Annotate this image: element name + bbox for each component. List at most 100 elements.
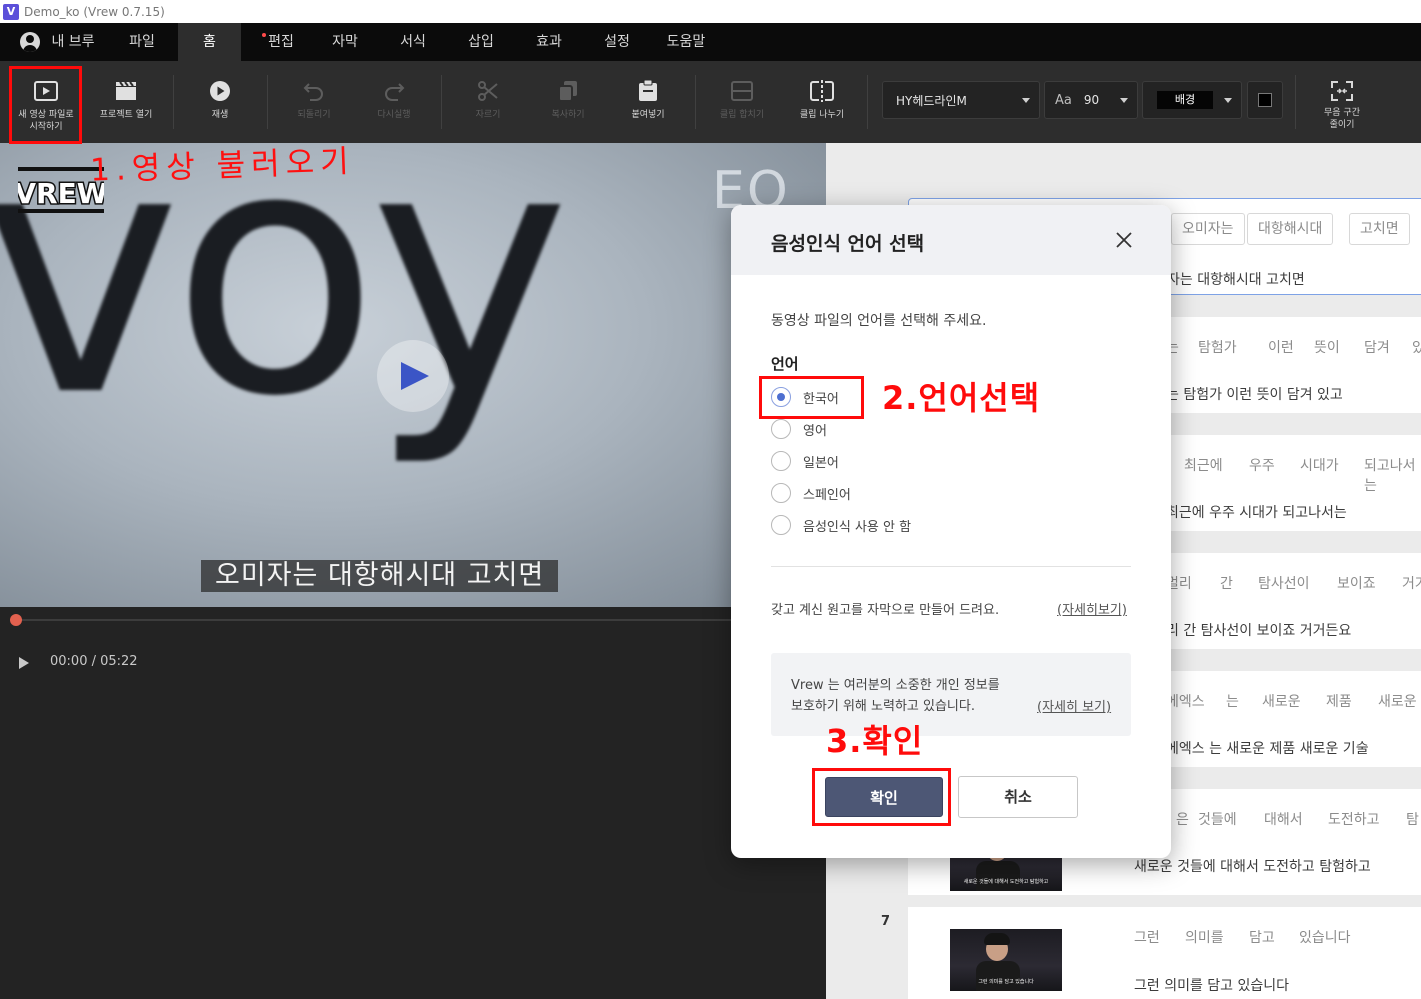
language-option-japanese[interactable]: 일본어 bbox=[771, 451, 839, 471]
vrew-window: { "window": { "title": "Demo_ko (Vrew 0.… bbox=[0, 0, 1421, 999]
user-icon[interactable] bbox=[20, 32, 40, 52]
word[interactable]: 것들에 bbox=[1198, 809, 1237, 829]
dialog-description: 동영상 파일의 언어를 선택해 주세요. bbox=[771, 313, 987, 329]
word[interactable]: 도전하고 bbox=[1328, 809, 1380, 829]
word[interactable]: 담고 bbox=[1249, 927, 1275, 947]
word-chip[interactable]: 대항해시대 bbox=[1247, 213, 1334, 245]
dialog-header: 음성인식 언어 선택 bbox=[731, 205, 1171, 275]
language-option-none[interactable]: 음성인식 사용 안 함 bbox=[771, 515, 911, 535]
word[interactable]: 에엑스 bbox=[1166, 691, 1205, 711]
open-project-button[interactable]: 프로젝트 열기 bbox=[92, 61, 160, 143]
word[interactable]: 탐 bbox=[1406, 809, 1419, 829]
word[interactable]: 탐사선이 bbox=[1258, 573, 1310, 593]
video-play-button[interactable] bbox=[377, 340, 449, 412]
word[interactable]: 탐험가 bbox=[1198, 337, 1237, 357]
font-size-icon: Aa bbox=[1055, 92, 1072, 108]
annotation-box-korean bbox=[759, 376, 864, 419]
menu-insert[interactable]: 삽입 bbox=[456, 23, 506, 61]
privacy-details-link[interactable]: (자세히 보기) bbox=[1037, 696, 1111, 715]
annotation-step1: 1.영상 불러오기 bbox=[89, 143, 356, 189]
word[interactable]: 있습니다 bbox=[1299, 927, 1351, 947]
word[interactable]: 있 bbox=[1412, 337, 1421, 357]
word-chip[interactable]: 오미자는 bbox=[1171, 213, 1245, 245]
word[interactable]: 되고나서는 bbox=[1364, 455, 1421, 495]
word-chip[interactable]: 고치면 bbox=[1349, 213, 1410, 245]
word[interactable]: 간 bbox=[1220, 573, 1233, 593]
word[interactable]: 새로운 bbox=[1262, 691, 1301, 711]
transcript-card[interactable]: 그런 의미를 담고 있습니다 그런 의미를 담고 있습니다 그런 의미를 담고 … bbox=[908, 907, 1421, 999]
title-bar: V Demo_ko (Vrew 0.7.15) bbox=[0, 0, 1421, 23]
cut-button[interactable]: 자르기 bbox=[458, 61, 518, 143]
menu-subtitle[interactable]: 자막 bbox=[320, 23, 370, 61]
paste-button[interactable]: 붙여넣기 bbox=[618, 61, 678, 143]
play-button[interactable]: 재생 bbox=[190, 61, 250, 143]
progress-track[interactable] bbox=[16, 619, 826, 621]
word[interactable]: 최근에 bbox=[1184, 455, 1223, 475]
word[interactable]: 보이죠 bbox=[1337, 573, 1376, 593]
font-size-select[interactable]: Aa 90 bbox=[1044, 81, 1138, 119]
undo-button[interactable]: 되돌리기 bbox=[284, 61, 344, 143]
menu-edit[interactable]: 편집 bbox=[256, 23, 306, 61]
language-option-label[interactable]: 일본어 bbox=[803, 452, 839, 471]
language-option-label[interactable]: 영어 bbox=[803, 420, 827, 439]
copy-button[interactable]: 복사하기 bbox=[538, 61, 598, 143]
radio-icon[interactable] bbox=[771, 419, 791, 439]
word[interactable]: 시대가 bbox=[1300, 455, 1339, 475]
word[interactable]: 은 bbox=[1176, 809, 1189, 829]
language-option-label[interactable]: 스페인어 bbox=[803, 484, 851, 503]
open-project-label: 프로젝트 열기 bbox=[99, 110, 153, 120]
radio-icon[interactable] bbox=[771, 483, 791, 503]
menu-settings[interactable]: 설정 bbox=[592, 23, 642, 61]
language-option-english[interactable]: 영어 bbox=[771, 419, 827, 439]
font-size-value: 90 bbox=[1083, 93, 1100, 107]
divider bbox=[771, 566, 1131, 567]
background-select[interactable]: 배경 bbox=[1142, 81, 1242, 119]
split-clip-button[interactable]: 클립 나누기 bbox=[792, 61, 852, 143]
redo-icon bbox=[383, 79, 405, 103]
menu-my-vrew[interactable]: 내 브루 bbox=[48, 23, 98, 61]
sentence-text[interactable]: 새로운 것들에 대해서 도전하고 탐험하고 bbox=[1134, 856, 1371, 876]
close-icon[interactable] bbox=[1115, 231, 1133, 249]
radio-icon[interactable] bbox=[771, 451, 791, 471]
thumbnail-caption: 그런 의미를 담고 있습니다 bbox=[978, 979, 1034, 985]
menu-file[interactable]: 파일 bbox=[117, 23, 167, 61]
word[interactable]: 담겨 bbox=[1364, 337, 1390, 357]
clip-thumbnail[interactable]: 그런 의미를 담고 있습니다 bbox=[950, 929, 1062, 991]
text-color-button[interactable] bbox=[1247, 81, 1283, 119]
language-option-label[interactable]: 음성인식 사용 안 함 bbox=[803, 516, 911, 535]
word[interactable]: 이런 bbox=[1268, 337, 1294, 357]
play-icon[interactable] bbox=[18, 656, 30, 670]
word[interactable]: 제품 bbox=[1326, 691, 1352, 711]
progress-handle[interactable] bbox=[10, 614, 22, 626]
redo-button[interactable]: 다시실행 bbox=[364, 61, 424, 143]
sentence-text[interactable]: 에엑스 는 새로운 제품 새로운 기술 bbox=[1166, 738, 1369, 758]
word[interactable]: 거거 bbox=[1402, 573, 1421, 593]
language-option-spanish[interactable]: 스페인어 bbox=[771, 483, 851, 503]
video-preview[interactable]: voy EO VREW 오미자는 대항해시대 고치면 bbox=[0, 143, 826, 607]
word[interactable]: 는 bbox=[1226, 691, 1239, 711]
word[interactable]: 뜻이 bbox=[1314, 337, 1340, 357]
menu-help[interactable]: 도움말 bbox=[660, 23, 712, 61]
word[interactable]: 대해서 bbox=[1264, 809, 1303, 829]
sentence-text[interactable]: 그런 의미를 담고 있습니다 bbox=[1134, 975, 1289, 995]
sentence-text[interactable]: 자는 대항해시대 고치면 bbox=[1167, 269, 1305, 289]
privacy-line-1: Vrew 는 여러분의 소중한 개인 정보를 bbox=[791, 678, 1000, 693]
word[interactable]: 그런 bbox=[1134, 927, 1160, 947]
font-select[interactable]: HY헤드라인M bbox=[882, 81, 1040, 119]
menu-format[interactable]: 서식 bbox=[388, 23, 438, 61]
sentence-text[interactable]: 리 간 탐사선이 보이죠 거거든요 bbox=[1166, 620, 1351, 640]
merge-clip-button[interactable]: 클립 합치기 bbox=[712, 61, 772, 143]
sentence-text[interactable]: 최근에 우주 시대가 되고나서는 bbox=[1166, 502, 1347, 522]
menu-effects[interactable]: 효과 bbox=[524, 23, 574, 61]
row-number: 7 bbox=[881, 914, 891, 929]
reduce-silence-label: 무음 구간 줄이기 bbox=[1324, 108, 1360, 130]
script-details-link[interactable]: (자세히보기) bbox=[1057, 599, 1127, 618]
word[interactable]: 우주 bbox=[1249, 455, 1275, 475]
radio-icon[interactable] bbox=[771, 515, 791, 535]
cancel-button[interactable]: 취소 bbox=[958, 776, 1078, 818]
reduce-silence-button[interactable]: 무음 구간 줄이기 bbox=[1312, 61, 1372, 143]
word[interactable]: 의미를 bbox=[1185, 927, 1224, 947]
menu-home[interactable]: 홈 bbox=[178, 23, 241, 61]
word[interactable]: 새로운 bbox=[1378, 691, 1417, 711]
sentence-text[interactable]: 는 탐험가 이런 뜻이 담겨 있고 bbox=[1166, 384, 1343, 404]
